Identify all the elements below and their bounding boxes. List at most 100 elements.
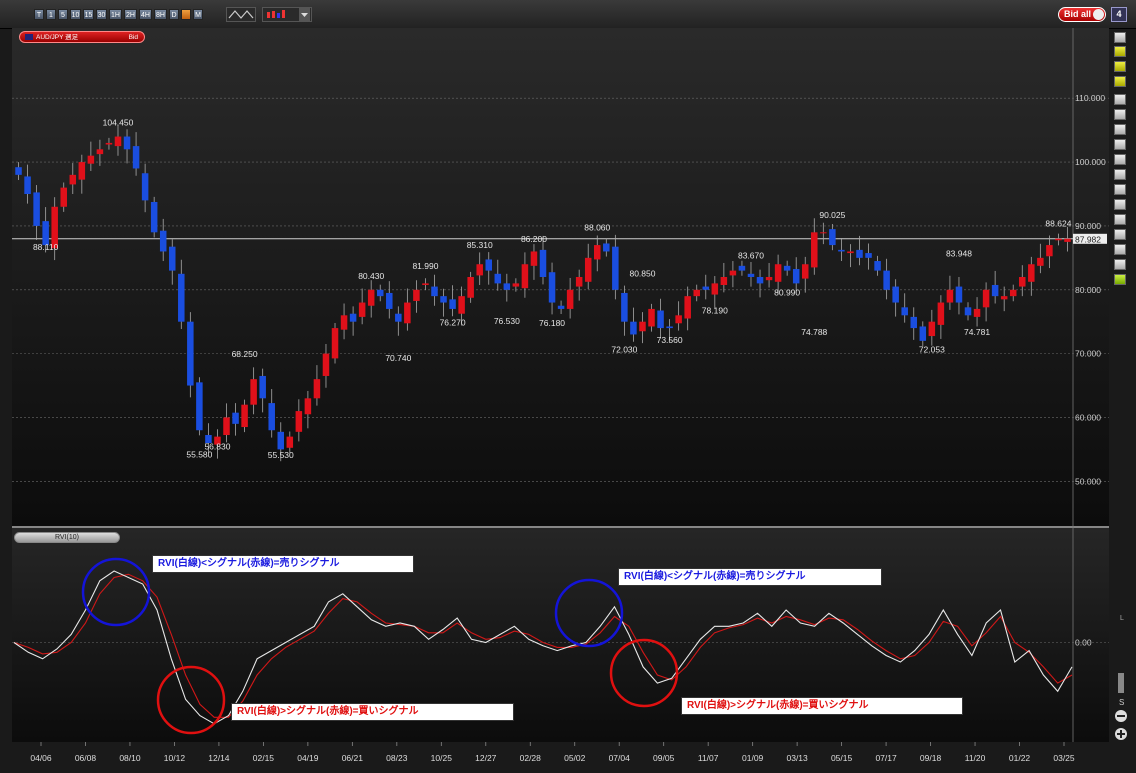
candle-body	[720, 277, 728, 285]
date-tick-label: 08/10	[119, 753, 141, 763]
trend-line-icon[interactable]	[1114, 139, 1126, 150]
candle-body	[557, 305, 565, 309]
date-tick-label: 01/22	[1009, 753, 1031, 763]
date-tick-label: 11/07	[698, 753, 719, 763]
date-tick-label: 11/20	[965, 753, 986, 763]
vertical-line-icon[interactable]	[1114, 169, 1126, 180]
candle-body	[440, 296, 447, 303]
peak-label: 68.250	[232, 349, 258, 359]
pointer-tool-icon[interactable]	[1114, 94, 1126, 105]
candle-body	[376, 289, 384, 297]
pen-tool-icon[interactable]	[1114, 229, 1126, 240]
candle-body	[123, 136, 131, 150]
horizontal-line-icon[interactable]	[1114, 154, 1126, 165]
peak-label: 72.030	[611, 345, 637, 355]
candle-body	[883, 270, 890, 290]
peak-label: 76.270	[440, 318, 466, 328]
settings-tool-icon[interactable]	[1114, 76, 1126, 87]
scale-slider[interactable]	[1118, 673, 1124, 693]
peak-label: 72.053	[919, 345, 945, 355]
candle-body	[15, 167, 22, 175]
fibonacci-tool-icon[interactable]	[1114, 199, 1126, 210]
candle-body	[232, 412, 239, 424]
date-tick-label: 07/17	[875, 753, 897, 763]
candle-body	[494, 273, 502, 284]
candle-body	[132, 146, 140, 169]
date-tick-label: 04/19	[297, 753, 319, 763]
candle-body	[286, 436, 294, 448]
candle-body	[268, 403, 275, 431]
peak-label: 74.788	[801, 327, 827, 337]
date-tick-label: 02/15	[253, 753, 275, 763]
candle-body	[349, 313, 357, 322]
candle-body	[801, 264, 809, 279]
candle-body	[621, 292, 628, 322]
candle-body	[675, 315, 682, 324]
candle-body	[196, 382, 203, 431]
main-chart-bg	[12, 28, 1109, 526]
price-tick-label: 100.000	[1075, 157, 1106, 167]
candle-body	[865, 253, 872, 258]
delete-tool-icon[interactable]	[1114, 259, 1126, 270]
symbol-tag[interactable]: AUD/JPY 週足 Bid	[19, 31, 145, 43]
drawing-toolbar: L S	[1111, 28, 1136, 770]
candle-body	[114, 136, 122, 147]
date-tick-label: 07/04	[609, 753, 631, 763]
candle-body	[666, 326, 673, 329]
candle-body	[856, 249, 863, 258]
date-tick-label: 02/28	[520, 753, 542, 763]
candle-body	[168, 246, 176, 271]
candle-body	[530, 251, 538, 266]
candle-body	[847, 251, 854, 254]
candle-body	[223, 417, 230, 436]
candle-body	[548, 272, 556, 303]
candle-body	[250, 379, 257, 405]
indicator-tool-icon[interactable]	[1114, 46, 1126, 57]
candle-body	[838, 249, 845, 252]
channel-tool-icon[interactable]	[1114, 184, 1126, 195]
gann-tool-icon[interactable]	[1114, 214, 1126, 225]
scale-l-label: L	[1120, 615, 1124, 622]
peak-label: 76.530	[494, 316, 520, 326]
candle-body	[422, 283, 429, 285]
candle-body	[413, 289, 420, 301]
candle-body	[657, 310, 664, 329]
bulk-tool-icon[interactable]	[1114, 274, 1126, 285]
peak-label: 70.740	[385, 353, 411, 363]
candle-body	[386, 292, 393, 309]
candle-body	[1028, 264, 1035, 282]
date-tick-label: 12/27	[475, 753, 497, 763]
text-tool-icon[interactable]	[1114, 244, 1126, 255]
cursor-tool-icon[interactable]	[1114, 109, 1126, 120]
info-tool-icon[interactable]	[1114, 32, 1126, 43]
candle-body	[792, 269, 800, 284]
peak-label: 56.830	[204, 442, 230, 452]
peak-label: 78.190	[702, 305, 728, 315]
candle-body	[187, 321, 194, 386]
indicator-tag[interactable]: RVI(10)	[14, 532, 120, 543]
current-price-label: 87.982	[1075, 234, 1101, 244]
peak-label: 88.624	[1045, 219, 1071, 229]
peak-label: 76.180	[539, 318, 565, 328]
candle-body	[964, 307, 972, 316]
date-tick-label: 09/05	[653, 753, 675, 763]
symbol-name: AUD/JPY 週足	[36, 34, 79, 41]
candle-body	[612, 246, 619, 290]
candle-body	[783, 265, 791, 271]
candle-body	[449, 299, 456, 309]
candle-body	[404, 302, 411, 324]
eraser-tool-icon[interactable]	[1114, 124, 1126, 135]
candle-body	[937, 302, 945, 325]
candle-body	[575, 277, 583, 287]
candle-body	[1046, 245, 1053, 257]
candle-body	[476, 264, 483, 276]
candle-body	[711, 283, 719, 295]
candle-body	[901, 307, 908, 316]
date-tick-label: 01/09	[742, 753, 764, 763]
candle-body	[277, 431, 285, 450]
peak-label: 104.450	[103, 118, 134, 128]
chart-tool-icon[interactable]	[1114, 61, 1126, 72]
candle-body	[991, 284, 999, 297]
candle-body	[892, 286, 899, 303]
candle-body	[1019, 277, 1026, 287]
